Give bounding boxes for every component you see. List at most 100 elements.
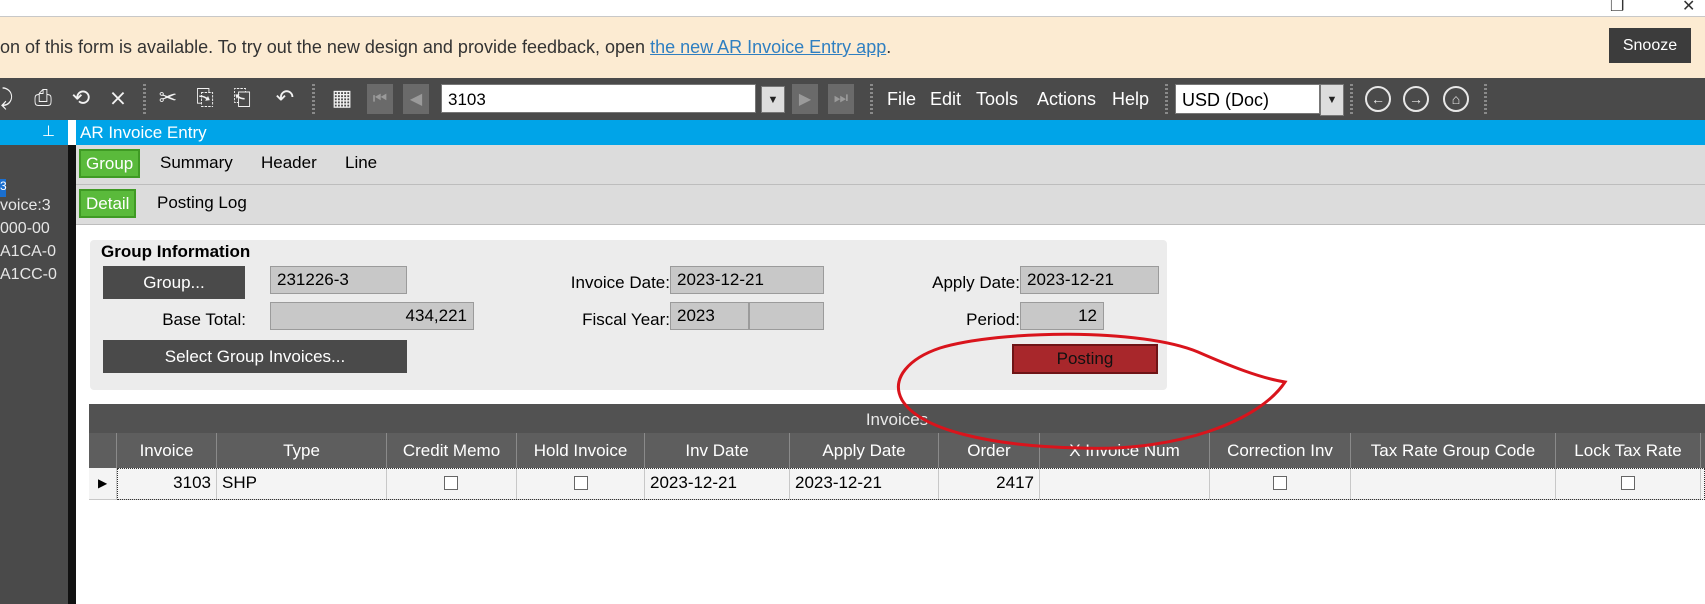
col-credit-memo[interactable]: Credit Memo xyxy=(387,433,517,468)
tab-detail[interactable]: Detail xyxy=(79,189,137,218)
cell-x-invoice-num[interactable] xyxy=(1040,468,1210,500)
sidebar-item-line-3[interactable]: A1CC-0 xyxy=(0,266,57,284)
sidebar-item-group[interactable]: 3 xyxy=(0,179,7,193)
col-tax-rate-group-code[interactable]: Tax Rate Group Code xyxy=(1351,433,1556,468)
credit-memo-checkbox[interactable] xyxy=(444,476,458,490)
toolbar: ⤸ ⎙ ⟲ ⨯ ✂ ⎘ ⎗ ↶ ▦ ⏮ ◀ 3103 ▼ ▶ ⏭ File Ed… xyxy=(0,78,1705,120)
invoice-date-label: Invoice Date: xyxy=(570,273,670,292)
group-button[interactable]: Group... xyxy=(103,266,245,299)
toolbar-separator xyxy=(870,84,873,114)
col-correction-inv[interactable]: Correction Inv xyxy=(1210,433,1351,468)
banner-tail: . xyxy=(886,37,892,57)
window-title-strip: ❐ ✕ xyxy=(0,0,1705,17)
tab-posting-log[interactable]: Posting Log xyxy=(157,193,247,213)
cell-order[interactable]: 2417 xyxy=(939,468,1040,500)
refresh-icon[interactable]: ⟲ xyxy=(68,86,94,110)
copy-icon[interactable]: ⎘ xyxy=(192,86,218,110)
banner-text: on of this form is available. To try out… xyxy=(0,37,651,57)
cell-invoice[interactable]: 3103 xyxy=(117,468,217,500)
lock-tax-rate-checkbox[interactable] xyxy=(1621,476,1635,490)
menu-tools[interactable]: Tools xyxy=(976,89,1018,110)
table-row[interactable]: ▶ 3103 SHP 2023-12-21 2023-12-21 2417 xyxy=(89,468,1705,500)
sidebar-item-line-1[interactable]: 000-00 xyxy=(0,220,50,238)
forward-icon[interactable]: → xyxy=(1403,86,1429,112)
cell-tax-rate-group-code[interactable] xyxy=(1351,468,1556,500)
tab-group[interactable]: Group xyxy=(79,149,141,178)
toolbar-separator xyxy=(1165,84,1168,114)
cell-inv-date[interactable]: 2023-12-21 xyxy=(645,468,790,500)
posting-status-badge: Posting xyxy=(1012,344,1158,374)
fiscal-year-field[interactable]: 2023 xyxy=(670,302,749,330)
banner-message: on of this form is available. To try out… xyxy=(0,37,891,58)
sidebar-header: ⊥ xyxy=(0,120,68,145)
currency-dropdown-icon[interactable]: ▼ xyxy=(1320,84,1344,116)
col-order[interactable]: Order xyxy=(939,433,1040,468)
period-field[interactable]: 12 xyxy=(1020,302,1104,330)
cell-correction-inv xyxy=(1210,468,1351,500)
col-type[interactable]: Type xyxy=(217,433,387,468)
hold-invoice-checkbox[interactable] xyxy=(574,476,588,490)
menu-edit[interactable]: Edit xyxy=(930,89,961,110)
record-dropdown-icon[interactable]: ▼ xyxy=(761,86,785,113)
close-window-icon[interactable]: ✕ xyxy=(1682,0,1695,16)
previous-record-icon[interactable]: ◀ xyxy=(403,84,429,114)
correction-inv-checkbox[interactable] xyxy=(1273,476,1287,490)
group-id-field[interactable]: 231226-3 xyxy=(270,266,407,294)
cell-type[interactable]: SHP xyxy=(217,468,387,500)
next-record-icon[interactable]: ▶ xyxy=(792,84,818,114)
cut-icon[interactable]: ✂ xyxy=(155,86,181,110)
col-inv-date[interactable]: Inv Date xyxy=(645,433,790,468)
snooze-button[interactable]: Snooze xyxy=(1609,28,1691,63)
toolbar-separator xyxy=(143,84,146,114)
secondary-tabs: Detail Posting Log xyxy=(76,185,1705,225)
col-apply-date[interactable]: Apply Date xyxy=(790,433,939,468)
period-label: Period: xyxy=(966,310,1020,329)
tab-summary[interactable]: Summary xyxy=(160,153,233,173)
invoices-grid: Invoices Invoice Type Credit Memo Hold I… xyxy=(89,404,1705,604)
apply-date-field[interactable]: 2023-12-21 xyxy=(1020,266,1159,294)
sidebar-splitter[interactable] xyxy=(68,145,76,604)
select-group-invoices-button[interactable]: Select Group Invoices... xyxy=(103,340,407,373)
save-icon[interactable]: ⤸ xyxy=(0,86,20,110)
menu-file[interactable]: File xyxy=(887,89,916,110)
row-selector-header xyxy=(89,433,117,468)
cell-apply-date[interactable]: 2023-12-21 xyxy=(790,468,939,500)
restore-window-icon[interactable]: ❐ xyxy=(1610,0,1624,16)
tab-line[interactable]: Line xyxy=(345,153,377,173)
binoculars-icon[interactable]: ▦ xyxy=(329,86,355,110)
record-key-input[interactable]: 3103 xyxy=(441,84,756,113)
col-lock-tax-rate[interactable]: Lock Tax Rate xyxy=(1556,433,1701,468)
clear-icon[interactable]: ⨯ xyxy=(105,86,131,110)
invoice-date-field[interactable]: 2023-12-21 xyxy=(670,266,824,294)
undo-icon[interactable]: ↶ xyxy=(272,86,298,110)
home-icon[interactable]: ⌂ xyxy=(1443,86,1469,112)
row-pointer-icon[interactable]: ▶ xyxy=(89,468,117,500)
fiscal-year-suffix-field[interactable] xyxy=(749,302,824,330)
currency-select[interactable]: USD (Doc) xyxy=(1175,84,1320,114)
invoices-grid-title: Invoices xyxy=(89,404,1705,433)
paste-icon[interactable]: ⎗ xyxy=(229,86,255,110)
menu-actions[interactable]: Actions xyxy=(1037,89,1096,110)
primary-tabs: Group Summary Header Line xyxy=(76,145,1705,185)
col-x-invoice-num[interactable]: X Invoice Num xyxy=(1040,433,1210,468)
print-icon[interactable]: ⎙ xyxy=(30,86,56,110)
sidebar-item-line-2[interactable]: A1CA-0 xyxy=(0,243,56,261)
last-record-icon[interactable]: ⏭ xyxy=(828,84,854,114)
sidebar-item-invoice[interactable]: voice:3 xyxy=(0,197,51,215)
cell-hold-invoice xyxy=(517,468,645,500)
new-app-link[interactable]: the new AR Invoice Entry app xyxy=(650,37,886,57)
col-hold-invoice[interactable]: Hold Invoice xyxy=(517,433,645,468)
group-information-panel: Group Information Group... 231226-3 Base… xyxy=(90,240,1167,390)
back-icon[interactable]: ← xyxy=(1365,86,1391,112)
tab-header[interactable]: Header xyxy=(261,153,317,173)
apply-date-label: Apply Date: xyxy=(932,273,1020,292)
toolbar-separator xyxy=(312,84,315,114)
pin-icon[interactable]: ⊥ xyxy=(42,122,55,140)
form-title: AR Invoice Entry xyxy=(76,120,1705,145)
menu-help[interactable]: Help xyxy=(1112,89,1149,110)
first-record-icon[interactable]: ⏮ xyxy=(367,84,393,114)
col-invoice[interactable]: Invoice xyxy=(117,433,217,468)
cell-lock-tax-rate xyxy=(1556,468,1701,500)
invoices-grid-header: Invoice Type Credit Memo Hold Invoice In… xyxy=(89,433,1705,468)
new-design-banner: on of this form is available. To try out… xyxy=(0,17,1705,78)
